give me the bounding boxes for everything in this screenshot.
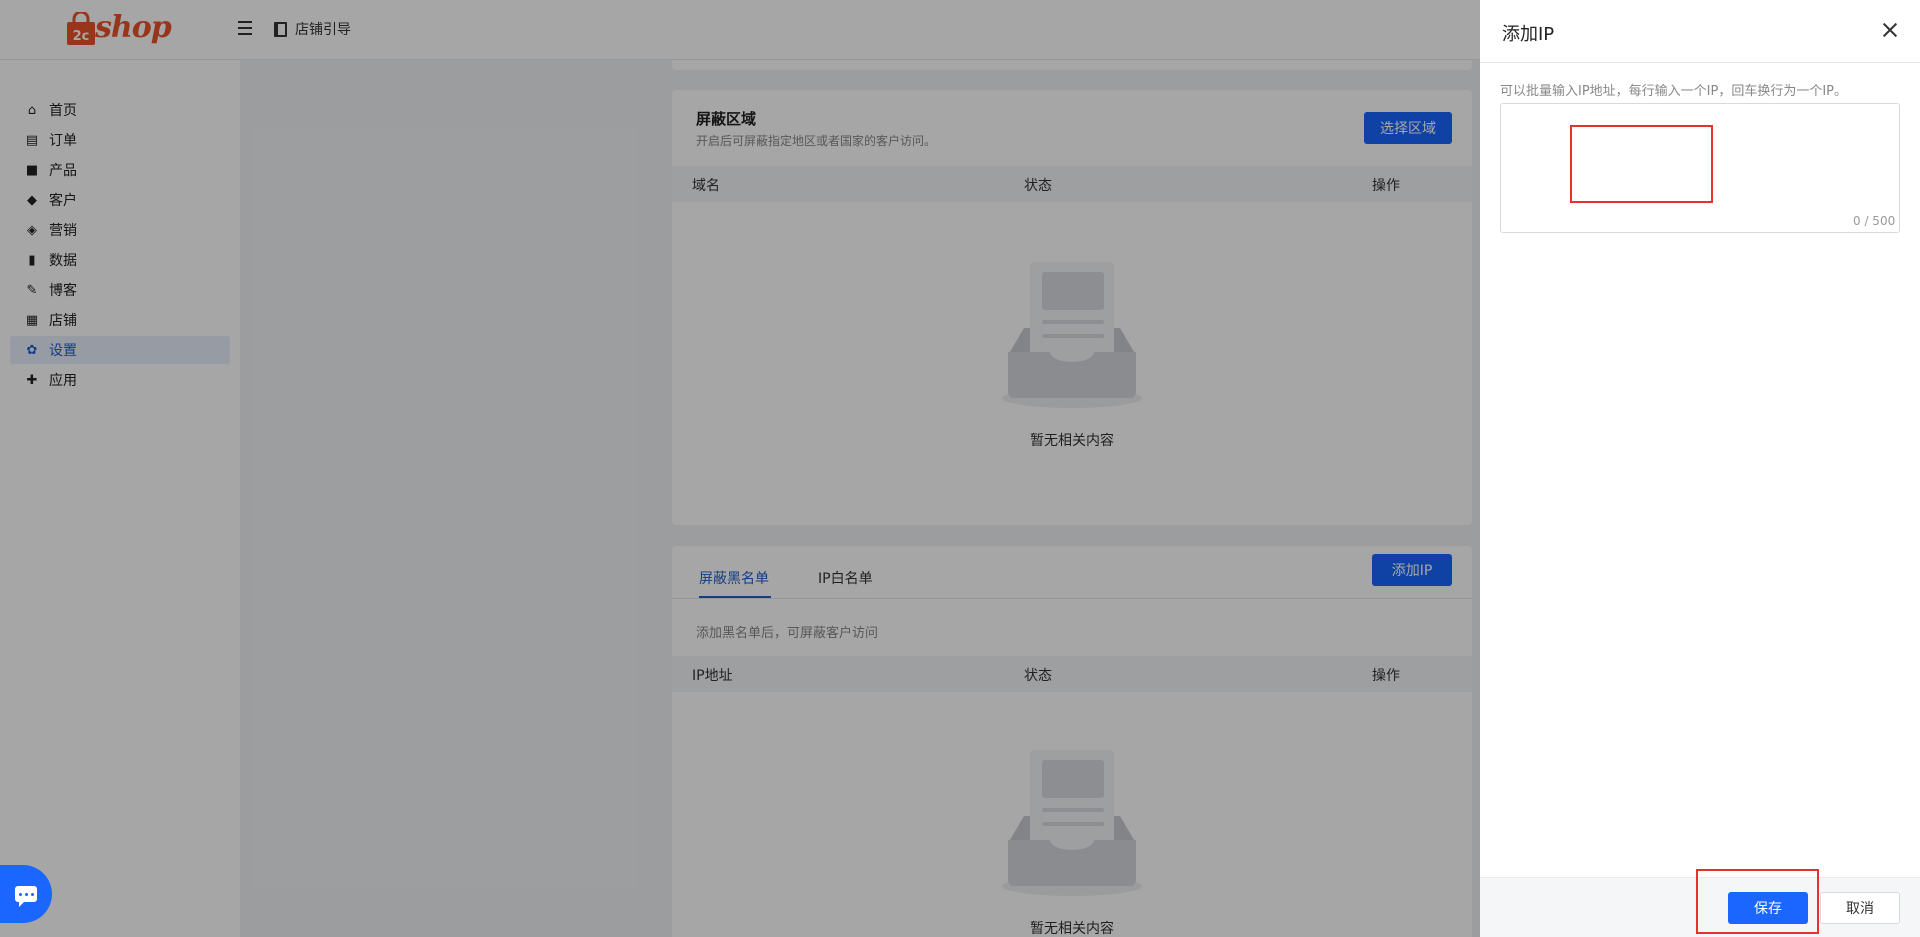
chat-icon	[15, 886, 37, 907]
modal-backdrop[interactable]	[0, 0, 1480, 937]
drawer-divider	[1480, 62, 1920, 63]
char-counter: 0 / 500	[1853, 214, 1896, 228]
ip-input-hint: 可以批量输入IP地址，每行输入一个IP，回车换行为一个IP。	[1500, 84, 1848, 99]
drawer-title: 添加IP	[1502, 24, 1555, 45]
highlight-box-save	[1696, 869, 1819, 934]
add-ip-drawer: 添加IP 可以批量输入IP地址，每行输入一个IP，回车换行为一个IP。 0 / …	[1480, 0, 1920, 937]
cancel-button[interactable]: 取消	[1820, 892, 1900, 924]
highlight-box-textarea	[1570, 125, 1713, 203]
close-icon[interactable]	[1880, 20, 1900, 40]
